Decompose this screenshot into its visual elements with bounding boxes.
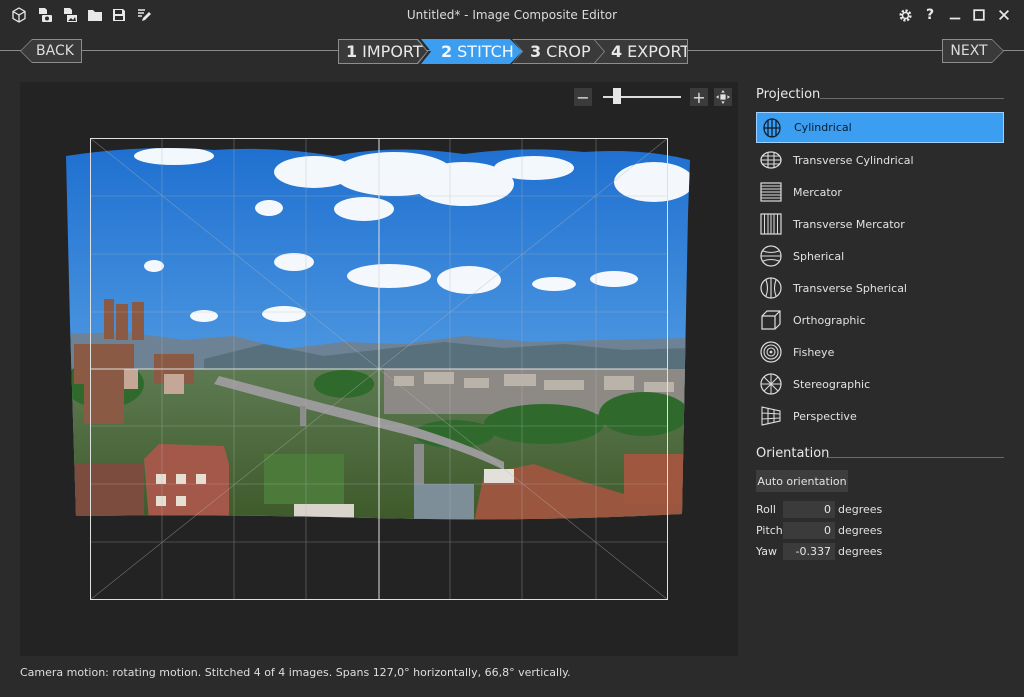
help-icon[interactable]: ? bbox=[921, 6, 939, 24]
cube-icon[interactable] bbox=[10, 6, 28, 24]
pitch-label: Pitch bbox=[756, 524, 783, 537]
projection-fisheye[interactable]: Fisheye bbox=[756, 338, 1004, 366]
status-text: Camera motion: rotating motion. Stitched… bbox=[20, 666, 571, 679]
step-label: CROP bbox=[546, 42, 591, 61]
export-edit-icon[interactable] bbox=[135, 6, 153, 24]
step-label: EXPORT bbox=[627, 42, 691, 61]
pitch-input[interactable]: 0 bbox=[783, 522, 835, 539]
projection-label: Transverse Cylindrical bbox=[793, 153, 914, 167]
yaw-input[interactable]: -0.337 bbox=[783, 543, 835, 560]
new-from-camera-icon[interactable] bbox=[36, 6, 54, 24]
roll-unit: degrees bbox=[838, 503, 883, 516]
yaw-unit: degrees bbox=[838, 545, 883, 558]
projection-grid bbox=[90, 138, 668, 600]
step-number: 4 bbox=[611, 42, 623, 61]
stereographic-icon bbox=[759, 372, 783, 396]
projection-label: Stereographic bbox=[793, 377, 871, 391]
back-button-label: BACK bbox=[21, 40, 81, 62]
projection-label: Mercator bbox=[793, 185, 842, 199]
projection-perspective[interactable]: Perspective bbox=[756, 402, 1004, 430]
gear-icon[interactable] bbox=[896, 6, 914, 24]
projection-cylindrical[interactable]: Cylindrical bbox=[756, 112, 1004, 143]
step-label: IMPORT bbox=[362, 42, 423, 61]
step-import[interactable]: 1 IMPORT bbox=[338, 39, 428, 64]
projection-stereographic[interactable]: Stereographic bbox=[756, 370, 1004, 398]
projection-spherical[interactable]: Spherical bbox=[756, 242, 1004, 270]
projection-label: Orthographic bbox=[793, 313, 866, 327]
step-number: 3 bbox=[530, 42, 542, 61]
save-icon[interactable] bbox=[110, 6, 128, 24]
projection-transverse-spherical[interactable]: Transverse Spherical bbox=[756, 274, 1004, 302]
step-crop[interactable]: 3 CROP bbox=[512, 39, 605, 64]
transverse-mercator-icon bbox=[759, 212, 783, 236]
close-icon[interactable] bbox=[995, 6, 1013, 24]
projection-title: Projection bbox=[756, 87, 821, 102]
projection-transverse-cylindrical[interactable]: Transverse Cylindrical bbox=[756, 146, 1004, 174]
projection-label: Fisheye bbox=[793, 345, 835, 359]
transverse-cylindrical-icon bbox=[759, 148, 783, 172]
projection-label: Transverse Mercator bbox=[793, 217, 905, 231]
step-number: 1 bbox=[346, 42, 358, 61]
zoom-in-button[interactable]: + bbox=[690, 88, 708, 107]
zoom-out-button[interactable]: − bbox=[574, 88, 592, 107]
mercator-icon bbox=[759, 180, 783, 204]
maximize-icon[interactable] bbox=[970, 6, 988, 24]
projection-orthographic[interactable]: Orthographic bbox=[756, 306, 1004, 334]
projection-rule bbox=[820, 98, 1004, 99]
roll-label: Roll bbox=[756, 503, 776, 516]
projection-label: Spherical bbox=[793, 249, 845, 263]
projection-label: Perspective bbox=[793, 409, 857, 423]
spherical-icon bbox=[759, 244, 783, 268]
projection-transverse-mercator[interactable]: Transverse Mercator bbox=[756, 210, 1004, 238]
perspective-icon bbox=[759, 404, 783, 428]
back-button[interactable]: BACK bbox=[20, 39, 82, 63]
fisheye-icon bbox=[759, 340, 783, 364]
step-number: 2 bbox=[441, 42, 453, 61]
step-label: STITCH bbox=[457, 42, 514, 61]
open-folder-icon[interactable] bbox=[86, 6, 104, 24]
auto-orientation-button[interactable]: Auto orientation bbox=[756, 470, 848, 492]
fit-to-window-icon[interactable] bbox=[714, 88, 732, 106]
pitch-unit: degrees bbox=[838, 524, 883, 537]
projection-mercator[interactable]: Mercator bbox=[756, 178, 1004, 206]
title-bar bbox=[0, 0, 1024, 30]
projection-label: Transverse Spherical bbox=[793, 281, 907, 295]
new-from-images-icon[interactable] bbox=[61, 6, 79, 24]
minimize-icon[interactable] bbox=[946, 6, 964, 24]
step-export[interactable]: 4 EXPORT bbox=[594, 39, 688, 64]
orientation-title: Orientation bbox=[756, 446, 830, 461]
roll-input[interactable]: 0 bbox=[783, 501, 835, 518]
transverse-spherical-icon bbox=[759, 276, 783, 300]
orthographic-icon bbox=[759, 308, 783, 332]
next-button-label: NEXT bbox=[943, 40, 1003, 62]
orientation-rule bbox=[826, 457, 1004, 458]
yaw-label: Yaw bbox=[756, 545, 777, 558]
zoom-slider-thumb[interactable] bbox=[612, 88, 621, 104]
projection-label: Cylindrical bbox=[794, 121, 852, 134]
step-stitch[interactable]: 2 STITCH bbox=[421, 39, 522, 64]
cylindrical-icon bbox=[760, 116, 784, 140]
next-button[interactable]: NEXT bbox=[942, 39, 1004, 63]
